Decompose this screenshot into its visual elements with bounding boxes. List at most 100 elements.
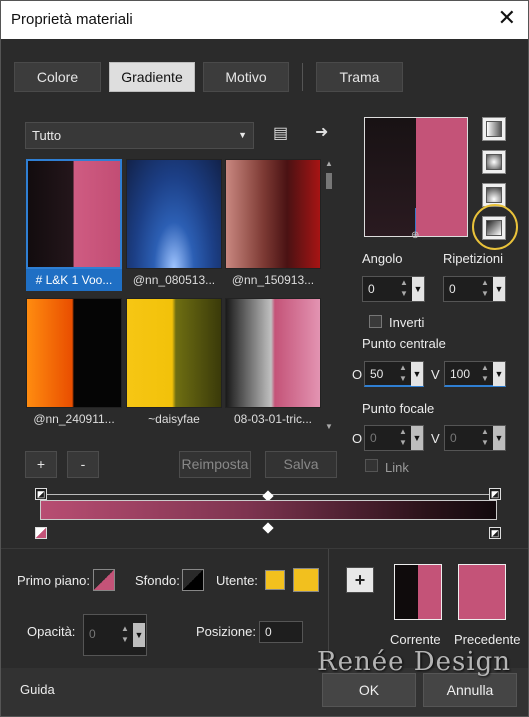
chevron-down-icon[interactable]: ▼ xyxy=(493,426,505,450)
sunburst-icon xyxy=(486,187,502,203)
close-icon[interactable]: ✕ xyxy=(498,7,516,29)
focal-h-stepper[interactable]: 0 ▲ ▼ ▼ xyxy=(364,425,424,451)
tab-colore[interactable]: Colore xyxy=(14,62,101,92)
gradient-item[interactable]: @nn_080513... xyxy=(126,159,222,293)
background-swatch[interactable] xyxy=(182,569,204,591)
chevron-down-icon[interactable]: ▼ xyxy=(493,362,505,386)
link-checkbox[interactable] xyxy=(365,459,378,472)
position-field[interactable]: 0 xyxy=(259,621,303,643)
foreground-swatch[interactable] xyxy=(93,569,115,591)
center-handle-icon[interactable]: ⊕ xyxy=(411,230,419,241)
chevron-down-icon: ▼ xyxy=(238,130,247,140)
highlight-ring xyxy=(472,204,518,250)
chevron-down-icon[interactable]: ▼ xyxy=(133,623,145,647)
gradient-preview[interactable]: ⊕ xyxy=(364,117,468,241)
gradient-editor-bar[interactable] xyxy=(40,500,497,520)
rectangular-icon xyxy=(486,154,502,170)
save-button[interactable]: Salva xyxy=(265,451,337,478)
tab-trama[interactable]: Trama xyxy=(316,62,403,92)
focal-h-value: 0 xyxy=(370,431,377,445)
cancel-button[interactable]: Annulla xyxy=(423,673,517,707)
add-swatch-button[interactable]: + xyxy=(346,567,374,593)
position-label: Posizione: xyxy=(196,624,256,639)
gradient-grid: # L&K 1 Voo... @nn_080513... @nn_150913.… xyxy=(25,158,325,432)
gradient-item[interactable]: ~daisyfae xyxy=(126,298,222,432)
stepper-updown-icon[interactable]: ▲ ▼ xyxy=(398,277,410,301)
stepper-updown-icon[interactable]: ▲ ▼ xyxy=(479,277,491,301)
gradient-swatch xyxy=(26,159,122,269)
stepper-updown-icon[interactable]: ▲ ▼ xyxy=(479,362,491,386)
title-bar: Proprietà materiali ✕ xyxy=(1,1,528,39)
chevron-down-icon[interactable]: ▼ xyxy=(493,277,505,301)
stepper-updown-icon[interactable]: ▲ ▼ xyxy=(119,623,131,647)
gradient-item[interactable]: @nn_150913... xyxy=(225,159,321,293)
tab-separator xyxy=(302,63,303,91)
focal-point-label: Punto focale xyxy=(362,401,435,416)
reset-button[interactable]: Reimposta xyxy=(179,451,251,478)
remove-gradient-button[interactable]: - xyxy=(67,451,99,478)
opacity-label: Opacità: xyxy=(27,624,76,639)
add-gradient-button[interactable]: + xyxy=(25,451,57,478)
opacity-value: 0 xyxy=(89,627,96,641)
angle-stepper[interactable]: 0 ▲ ▼ ▼ xyxy=(362,276,425,302)
chevron-down-icon[interactable]: ▼ xyxy=(412,277,424,301)
center-h-stepper[interactable]: 50 ▲ ▼ ▼ xyxy=(364,361,424,387)
focal-v-stepper[interactable]: 0 ▲ ▼ ▼ xyxy=(444,425,506,451)
category-dropdown[interactable]: Tutto ▼ xyxy=(25,122,254,149)
gradient-item[interactable]: 08-03-01-tric... xyxy=(225,298,321,432)
stepper-updown-icon[interactable]: ▲ ▼ xyxy=(397,426,409,450)
chevron-down-icon[interactable]: ▼ xyxy=(411,426,423,450)
invert-checkbox[interactable] xyxy=(369,315,382,328)
scroll-thumb[interactable] xyxy=(326,173,332,189)
color-stop-start[interactable] xyxy=(35,527,47,539)
transparency-stop-start[interactable]: ◩ xyxy=(35,488,47,500)
library-icon[interactable]: ▤ xyxy=(273,123,288,143)
user-swatch-1[interactable] xyxy=(265,570,285,590)
color-stop-end[interactable]: ◩ xyxy=(489,527,501,539)
stepper-updown-icon[interactable]: ▲ ▼ xyxy=(479,426,491,450)
center-h-value: 50 xyxy=(370,367,384,381)
gradient-swatch xyxy=(126,159,222,269)
user-swatch-2[interactable] xyxy=(293,568,319,592)
center-v-stepper[interactable]: 100 ▲ ▼ ▼ xyxy=(444,361,506,387)
category-value: Tutto xyxy=(32,128,62,143)
background-label: Sfondo: xyxy=(135,573,180,588)
gradient-item[interactable]: @nn_240911... xyxy=(26,298,122,432)
arrow-right-icon[interactable]: ➜ xyxy=(315,122,328,142)
ok-button[interactable]: OK xyxy=(322,673,416,707)
repeat-value: 0 xyxy=(449,282,456,296)
gradient-item[interactable]: # L&K 1 Voo... xyxy=(26,159,122,293)
scroll-up-icon[interactable]: ▲ xyxy=(325,159,333,168)
repeat-stepper[interactable]: 0 ▲ ▼ ▼ xyxy=(443,276,506,302)
tab-gradiente[interactable]: Gradiente xyxy=(109,62,195,92)
help-label[interactable]: Guida xyxy=(20,682,55,697)
scroll-down-icon[interactable]: ▼ xyxy=(325,422,333,431)
focal-v-axis-label: V xyxy=(431,431,440,446)
gradient-label: @nn_150913... xyxy=(231,273,315,287)
style-linear-button[interactable] xyxy=(482,117,506,141)
gradient-label: 08-03-01-tric... xyxy=(233,412,313,426)
style-rectangular-button[interactable] xyxy=(482,150,506,174)
transparency-stop-end[interactable]: ◩ xyxy=(489,488,501,500)
current-label: Corrente xyxy=(390,632,441,647)
focal-v-value: 0 xyxy=(450,431,457,445)
focal-h-axis-label: O xyxy=(352,431,363,446)
linear-icon xyxy=(486,121,502,137)
gradient-scrollbar[interactable]: ▲ ▼ xyxy=(324,159,334,431)
previous-swatch[interactable] xyxy=(458,564,506,620)
gradient-swatch xyxy=(225,159,321,269)
stepper-updown-icon[interactable]: ▲ ▼ xyxy=(397,362,409,386)
opacity-stepper[interactable]: 0 ▲ ▼ ▼ xyxy=(83,614,147,656)
center-v-value: 100 xyxy=(450,367,471,381)
tab-motivo[interactable]: Motivo xyxy=(203,62,289,92)
chevron-down-icon[interactable]: ▼ xyxy=(411,362,423,386)
gradient-swatch xyxy=(26,298,122,408)
gradient-label: @nn_240911... xyxy=(33,412,115,426)
current-swatch[interactable] xyxy=(394,564,442,620)
foreground-label: Primo piano: xyxy=(17,573,90,588)
previous-label: Precedente xyxy=(454,632,521,647)
preview-dark-half xyxy=(365,118,416,236)
invert-label: Inverti xyxy=(389,315,425,330)
gradient-label: ~daisyfae xyxy=(148,412,200,426)
position-value: 0 xyxy=(265,625,272,639)
